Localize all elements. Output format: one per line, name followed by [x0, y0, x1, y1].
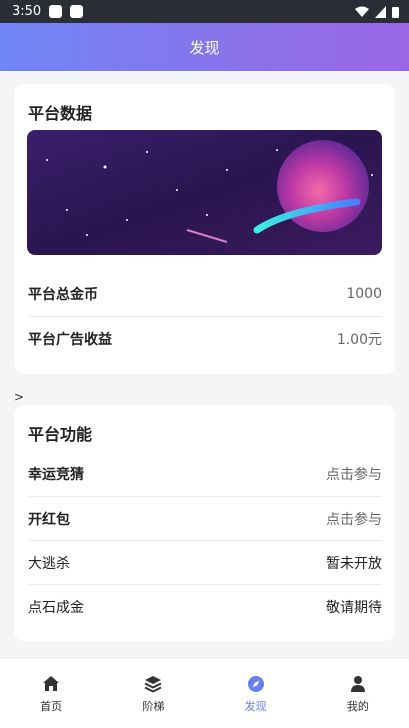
home-icon — [43, 676, 60, 691]
feature-label: 点石成金 — [28, 600, 84, 616]
feature-row-lucky-guess[interactable]: 幸运竞猜 点击参与 — [28, 452, 382, 496]
space-banner-image — [27, 130, 382, 255]
platform-features-card: 平台功能 幸运竞猜 点击参与 开红包 点击参与 大逃杀 暂未开放 点石成金 敬请… — [14, 405, 395, 641]
signal-icon — [375, 5, 386, 18]
feature-status: 敬请期待 — [326, 600, 382, 616]
feature-label: 大逃杀 — [28, 556, 70, 572]
platform-data-card: 平台数据 平台总金币 1000 平台广告收益 1.00元 — [14, 84, 395, 374]
feature-status: 暂未开放 — [326, 556, 382, 572]
bottom-tab-bar: 首页 阶梯 发现 我的 — [0, 657, 409, 728]
notification-icon — [49, 5, 63, 18]
status-time: 3:50 — [12, 4, 42, 19]
tab-home[interactable]: 首页 — [0, 658, 102, 728]
tab-discover[interactable]: 发现 — [205, 658, 307, 728]
header-bar: 发现 — [0, 23, 409, 71]
tab-mine[interactable]: 我的 — [307, 658, 409, 728]
feature-row-red-packet[interactable]: 开红包 点击参与 — [28, 497, 382, 541]
total-coins-row: 平台总金币 1000 — [28, 272, 382, 316]
user-icon — [350, 676, 365, 692]
compass-icon — [247, 676, 264, 692]
ad-revenue-row: 平台广告收益 1.00元 — [28, 317, 382, 361]
feature-action[interactable]: 点击参与 — [326, 464, 382, 484]
tab-label: 阶梯 — [142, 700, 165, 713]
chevron-text: > — [14, 390, 25, 404]
tab-label: 首页 — [40, 700, 63, 713]
wifi-icon — [355, 6, 369, 17]
feature-label: 开红包 — [28, 512, 70, 528]
total-coins-value: 1000 — [346, 286, 382, 302]
total-coins-label: 平台总金币 — [28, 287, 98, 303]
feature-row-midas-touch[interactable]: 点石成金 敬请期待 — [28, 585, 382, 629]
status-bar: 3:50 — [0, 0, 409, 23]
battery-icon — [392, 6, 399, 18]
ad-revenue-label: 平台广告收益 — [28, 332, 112, 348]
tab-label: 发现 — [244, 700, 267, 713]
feature-label: 幸运竞猜 — [28, 467, 84, 483]
layers-icon — [144, 676, 162, 693]
notification-icon — [70, 5, 84, 18]
tab-ladder[interactable]: 阶梯 — [102, 658, 204, 728]
feature-action[interactable]: 点击参与 — [326, 509, 382, 529]
feature-row-battle-royale[interactable]: 大逃杀 暂未开放 — [28, 541, 382, 585]
page-title: 发现 — [189, 38, 220, 57]
ad-revenue-value: 1.00元 — [336, 332, 382, 348]
tab-label: 我的 — [346, 700, 369, 713]
platform-features-title: 平台功能 — [28, 425, 93, 444]
platform-data-title: 平台数据 — [28, 104, 93, 123]
